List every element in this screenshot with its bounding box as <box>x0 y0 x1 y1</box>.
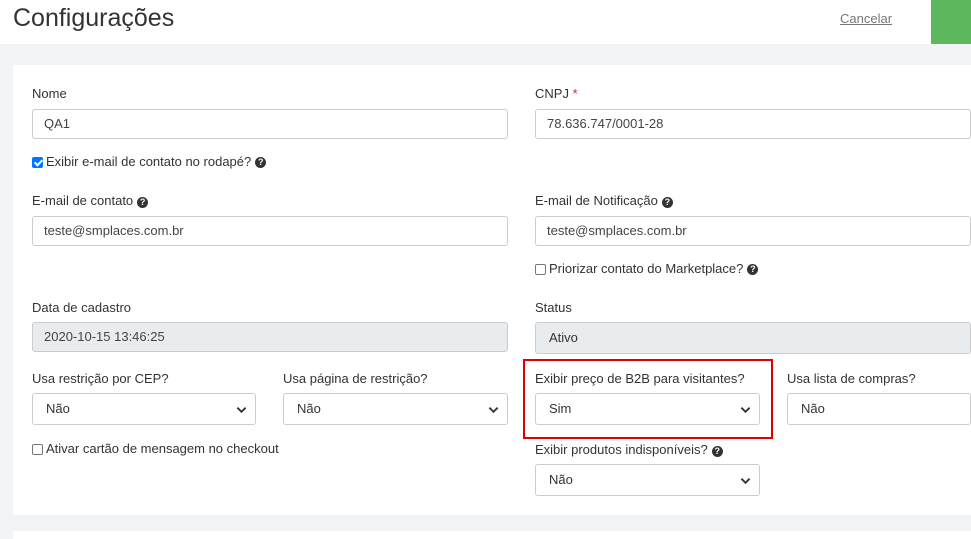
help-icon[interactable]: ? <box>661 197 673 208</box>
contact-email-input[interactable]: teste@smplaces.com.br <box>32 216 508 246</box>
show-email-footer-checkbox[interactable] <box>32 156 43 168</box>
restriction-page-value: Não <box>297 401 321 416</box>
shopping-list-select[interactable]: Não <box>787 393 971 425</box>
notification-email-label: E-mail de Notificação? <box>535 193 673 209</box>
chevron-down-icon <box>740 478 751 485</box>
save-button[interactable] <box>931 0 971 44</box>
nome-input[interactable]: QA1 <box>32 109 508 139</box>
prioritize-contact-label: Priorizar contato do Marketplace? <box>549 261 744 276</box>
cnpj-input[interactable]: 78.636.747/0001-28 <box>535 109 971 139</box>
prioritize-contact-checkbox[interactable] <box>535 263 546 275</box>
cnpj-label: CNPJ * <box>535 86 578 101</box>
registration-date-label: Data de cadastro <box>32 300 132 315</box>
help-icon[interactable]: ? <box>711 446 723 457</box>
status-select[interactable]: Ativo <box>535 322 971 354</box>
restriction-page-select[interactable]: Não <box>283 393 508 425</box>
help-icon[interactable]: ? <box>747 263 759 275</box>
cep-restriction-select[interactable]: Não <box>32 393 256 425</box>
required-mark: * <box>572 86 578 101</box>
registration-date-input: 2020-10-15 13:46:25 <box>32 322 508 352</box>
show-unavailable-label: Exibir produtos indisponíveis?? <box>535 442 723 458</box>
help-icon[interactable]: ? <box>137 197 149 208</box>
prioritize-contact-row: Priorizar contato do Marketplace? ? <box>535 261 759 277</box>
status-value: Ativo <box>549 330 578 345</box>
chevron-down-icon <box>236 407 247 414</box>
show-email-footer-label: Exibir e-mail de contato no rodapé? <box>46 154 252 169</box>
cep-restriction-label: Usa restrição por CEP? <box>32 371 169 386</box>
top-bar: Configurações Cancelar <box>0 0 971 44</box>
highlight-box <box>523 359 773 439</box>
checkout-message-row: Ativar cartão de mensagem no checkout <box>32 441 279 457</box>
nome-label: Nome <box>32 86 67 101</box>
checkout-message-label: Ativar cartão de mensagem no checkout <box>46 441 279 456</box>
help-icon[interactable]: ? <box>255 156 267 168</box>
notification-email-input[interactable]: teste@smplaces.com.br <box>535 216 971 246</box>
status-label: Status <box>535 300 572 315</box>
checkout-message-checkbox[interactable] <box>32 443 43 455</box>
show-unavailable-select[interactable]: Não <box>535 464 760 496</box>
next-card <box>13 531 971 539</box>
shopping-list-value: Não <box>801 401 825 416</box>
show-unavailable-value: Não <box>549 472 573 487</box>
cep-restriction-value: Não <box>46 401 70 416</box>
cancel-link[interactable]: Cancelar <box>840 11 892 26</box>
chevron-down-icon <box>488 407 499 414</box>
shopping-list-label: Usa lista de compras? <box>787 371 916 386</box>
restriction-page-label: Usa página de restrição? <box>283 371 428 386</box>
show-email-footer-row: Exibir e-mail de contato no rodapé? ? <box>32 154 267 170</box>
contact-email-label: E-mail de contato? <box>32 193 149 209</box>
page-title: Configurações <box>13 4 175 32</box>
